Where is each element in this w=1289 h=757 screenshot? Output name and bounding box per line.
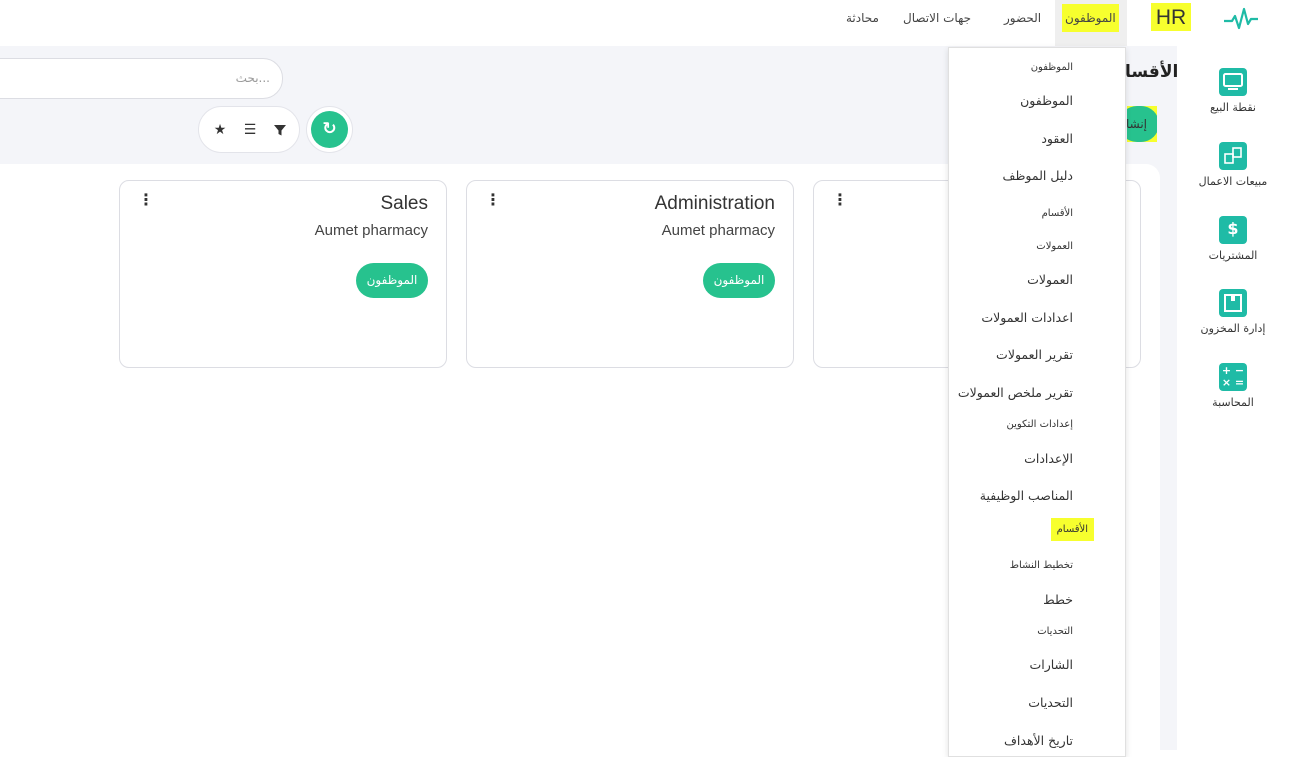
sidebar-item-label: مبيعات الاعمال [1198, 175, 1268, 188]
card-menu-icon[interactable]: ⋮ [485, 192, 501, 208]
group-by-list-icon[interactable]: ☰ [241, 121, 259, 139]
menu-contacts[interactable]: جهات الاتصال [903, 11, 971, 25]
search-placeholder: بحث... [235, 71, 270, 85]
monitor-icon [1219, 68, 1247, 96]
menu-employees[interactable]: الموظفون [1062, 4, 1119, 32]
sidebar-item-label: المحاسبة [1212, 396, 1254, 409]
dropdown-item[interactable]: الشارات [1029, 657, 1073, 672]
sidebar-item-accounting[interactable]: + − × = المحاسبة [1177, 363, 1289, 409]
top-navbar: HR الموظفون الحضور جهات الاتصال محادثة [0, 0, 1289, 46]
dropdown-header: الموظفون [1030, 62, 1073, 73]
handshake-icon [1219, 142, 1247, 170]
app-sidebar: نقطة البيع مبيعات الاعمال $ المشتريات إد… [1177, 46, 1289, 750]
filter-funnel-icon[interactable] [271, 121, 289, 139]
sidebar-item-label: المشتريات [1208, 249, 1258, 262]
department-card[interactable]: ⋮ Administration Aumet pharmacy الموظفون [466, 180, 794, 368]
dropdown-item[interactable]: تاريخ الأهداف [1004, 733, 1073, 748]
sidebar-item-label: نقطة البيع [1210, 101, 1256, 114]
department-name: Administration [654, 193, 775, 214]
dollar-icon: $ [1219, 216, 1247, 244]
department-name: Sales [380, 193, 428, 214]
dropdown-item[interactable]: تقرير ملخص العمولات [958, 385, 1073, 400]
employees-dropdown-menu: الموظفون الموظفون العقود دليل الموظف الأ… [948, 47, 1126, 757]
dropdown-header: تخطيط النشاط [1009, 560, 1073, 571]
menu-attendance[interactable]: الحضور [1004, 11, 1041, 25]
dropdown-header: التحديات [1037, 626, 1073, 637]
menu-discuss[interactable]: محادثة [846, 11, 879, 25]
dropdown-item[interactable]: التحديات [1028, 695, 1073, 710]
dropdown-item-departments-active[interactable]: الأقسام [1050, 518, 1094, 541]
employees-button[interactable]: الموظفون [356, 263, 428, 298]
sidebar-item-pos[interactable]: نقطة البيع [1177, 68, 1289, 114]
sidebar-item-inventory[interactable]: إدارة المخزون [1177, 289, 1289, 335]
dropdown-item[interactable]: الإعدادات [1024, 451, 1073, 466]
search-options-group: ★ ☰ [198, 106, 300, 153]
top-menu: الموظفون الحضور جهات الاتصال محادثة [0, 0, 1289, 46]
dropdown-item[interactable]: الأقسام [1042, 208, 1073, 219]
company-name: Aumet pharmacy [661, 222, 775, 239]
department-card[interactable]: ⋮ Sales Aumet pharmacy الموظفون [119, 180, 447, 368]
create-button[interactable]: إنشا [1127, 106, 1157, 142]
refresh-icon[interactable]: ↻ [311, 111, 348, 148]
calculator-icon: + − × = [1219, 363, 1247, 391]
box-icon [1219, 289, 1247, 317]
search-input[interactable]: بحث... [0, 58, 283, 99]
dropdown-item[interactable]: العقود [1041, 131, 1073, 146]
create-button-label: إنشا [1127, 106, 1157, 142]
dropdown-header: إعدادات التكوين [1006, 419, 1073, 430]
dropdown-item[interactable]: دليل الموظف [1003, 168, 1073, 183]
dropdown-header: العمولات [1036, 241, 1073, 252]
sidebar-item-sales[interactable]: مبيعات الاعمال [1177, 142, 1289, 188]
sidebar-item-label: إدارة المخزون [1200, 322, 1266, 335]
dropdown-item[interactable]: تقرير العمولات [996, 347, 1073, 362]
dropdown-item[interactable]: العمولات [1027, 272, 1073, 287]
card-menu-icon[interactable]: ⋮ [138, 192, 154, 208]
page-title: الأقسا [1125, 62, 1179, 82]
dropdown-item[interactable]: الموظفون [1020, 93, 1073, 108]
employees-button[interactable]: الموظفون [703, 263, 775, 298]
company-name: Aumet pharmacy [314, 222, 428, 239]
favorites-star-icon[interactable]: ★ [211, 121, 229, 139]
refresh-group: ↻ [306, 106, 353, 153]
sidebar-item-purchases[interactable]: $ المشتريات [1177, 216, 1289, 262]
dropdown-item[interactable]: اعدادات العمولات [981, 310, 1073, 325]
card-menu-icon[interactable]: ⋮ [832, 192, 848, 208]
dropdown-item[interactable]: خطط [1043, 592, 1073, 607]
dropdown-item[interactable]: المناصب الوظيفية [980, 488, 1073, 503]
